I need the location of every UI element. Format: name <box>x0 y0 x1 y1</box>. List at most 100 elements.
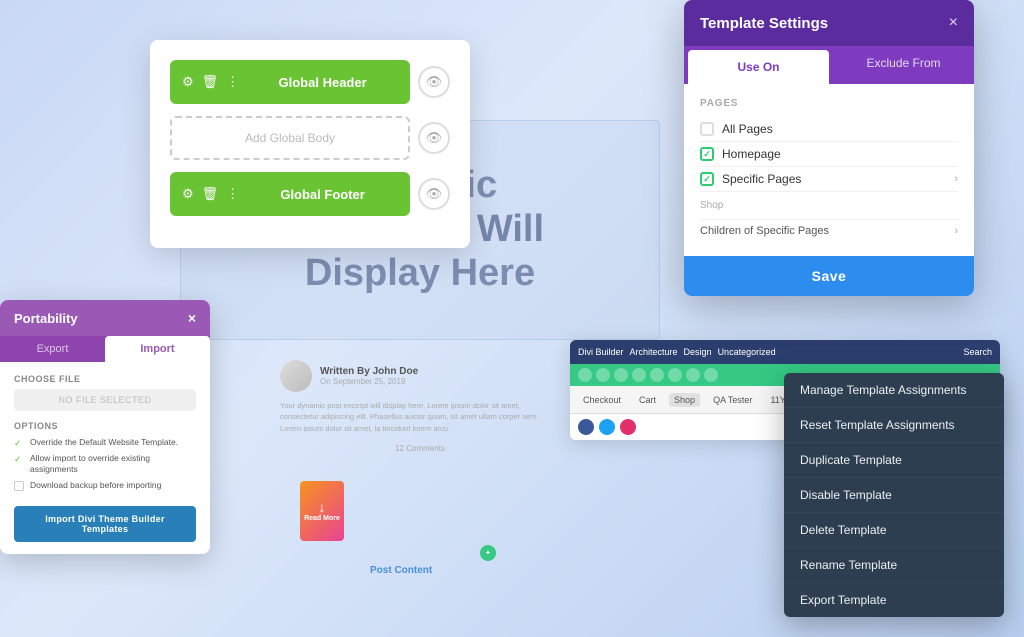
toolbar-icon-8[interactable] <box>704 368 718 382</box>
template-settings-modal: Template Settings × Use On Exclude From … <box>684 0 974 296</box>
homepage-checkbox[interactable] <box>700 147 714 161</box>
nav-cart[interactable]: Cart <box>634 393 661 407</box>
author-name: Written By John Doe <box>320 366 418 377</box>
pages-section-label: Pages <box>700 98 958 109</box>
delete-template-item[interactable]: Delete Template <box>784 513 1004 548</box>
dots-icon[interactable]: ⋮ <box>226 74 239 90</box>
export-template-item[interactable]: Export Template <box>784 583 1004 617</box>
modal-title: Template Settings <box>700 15 828 32</box>
toolbar-icon-5[interactable] <box>650 368 664 382</box>
toolbar-icon-7[interactable] <box>686 368 700 382</box>
rename-template-item[interactable]: Rename Template <box>784 548 1004 583</box>
duplicate-template-item[interactable]: Duplicate Template <box>784 443 1004 478</box>
global-body-block[interactable]: Add Global Body <box>170 116 410 160</box>
read-more-button[interactable]: ↓ Read More <box>300 481 344 541</box>
settings-icon-footer[interactable]: ⚙ <box>182 186 194 202</box>
circle-dot: + <box>480 545 496 561</box>
save-button[interactable]: Save <box>684 256 974 296</box>
all-pages-label: All Pages <box>722 122 958 136</box>
option-row-3: Download backup before importing <box>14 480 196 491</box>
exclude-from-tab[interactable]: Exclude From <box>833 46 974 84</box>
option-text-2: Allow import to override existing assign… <box>30 453 196 475</box>
portability-panel: Portability × Export Import Choose File … <box>0 300 210 554</box>
post-excerpt: Your dynamic post excerpt will display h… <box>280 400 560 434</box>
twitter-icon[interactable] <box>599 419 615 435</box>
option-text-3: Download backup before importing <box>30 480 161 491</box>
toolbar-top-bar: Divi Builder Architecture Design Uncateg… <box>570 340 1000 364</box>
toolbar-icon-3[interactable] <box>614 368 628 382</box>
eye-icon: 👁 <box>426 74 443 90</box>
settings-icon[interactable]: ⚙ <box>182 74 194 90</box>
author-info: Written By John Doe On September 25, 201… <box>320 366 418 386</box>
import-button[interactable]: Import Divi Theme Builder Templates <box>14 506 196 542</box>
toolbar-icon-2[interactable] <box>596 368 610 382</box>
portability-title: Portability <box>14 311 78 326</box>
all-pages-checkbox[interactable] <box>700 122 714 136</box>
modal-tabs: Use On Exclude From <box>684 46 974 84</box>
dots-icon-footer[interactable]: ⋮ <box>226 186 239 202</box>
specific-pages-label: Specific Pages <box>722 172 946 186</box>
toolbar-design-label: Design <box>684 347 712 357</box>
specific-pages-item[interactable]: Specific Pages › <box>700 167 958 192</box>
use-on-tab[interactable]: Use On <box>688 50 829 84</box>
portability-import-tab[interactable]: Import <box>105 336 210 362</box>
option-row-1: ✓ Override the Default Website Template. <box>14 437 196 448</box>
disable-template-item[interactable]: Disable Template <box>784 478 1004 513</box>
choose-file-label: Choose File <box>14 374 196 384</box>
instagram-icon[interactable] <box>620 419 636 435</box>
toolbar-icon-4[interactable] <box>632 368 646 382</box>
toolbar-icon-1[interactable] <box>578 368 592 382</box>
global-header-visibility[interactable]: 👁 <box>418 66 450 98</box>
portability-close-button[interactable]: × <box>188 310 196 326</box>
global-body-visibility[interactable]: 👁 <box>418 122 450 154</box>
option-text-1: Override the Default Website Template. <box>30 437 178 448</box>
context-menu: Manage Template Assignments Reset Templa… <box>784 373 1004 617</box>
specific-pages-checkbox[interactable] <box>700 172 714 186</box>
post-date: On September 25, 2019 <box>320 377 418 386</box>
homepage-item[interactable]: Homepage <box>700 142 958 167</box>
children-chevron-icon: › <box>954 225 958 237</box>
reset-template-assignments-item[interactable]: Reset Template Assignments <box>784 408 1004 443</box>
facebook-icon[interactable] <box>578 419 594 435</box>
post-content-link[interactable]: Post Content <box>370 565 432 576</box>
children-of-specific-pages-item[interactable]: Children of Specific Pages › <box>700 219 958 242</box>
all-pages-item[interactable]: All Pages <box>700 117 958 142</box>
toolbar-divi-label: Divi Builder <box>578 347 624 357</box>
global-footer-visibility[interactable]: 👁 <box>418 178 450 210</box>
post-content-area: Written By John Doe On September 25, 201… <box>280 360 560 461</box>
toolbar-uncategorized-label: Uncategorized <box>718 347 776 357</box>
manage-template-assignments-item[interactable]: Manage Template Assignments <box>784 373 1004 408</box>
portability-header: Portability × <box>0 300 210 336</box>
option-row-2: ✓ Allow import to override existing assi… <box>14 453 196 475</box>
modal-body: Pages All Pages Homepage Specific Pages … <box>684 84 974 256</box>
shop-label: Shop <box>700 197 958 214</box>
toolbar-architecture-label: Architecture <box>630 347 678 357</box>
modal-close-button[interactable]: × <box>949 14 958 32</box>
global-header-row: ⚙ 🗑 ⋮ Global Header 👁 <box>170 60 450 104</box>
checkbox-3[interactable] <box>14 481 24 491</box>
options-label: Options <box>14 421 196 431</box>
global-footer-row: ⚙ 🗑 ⋮ Global Footer 👁 <box>170 172 450 216</box>
toolbar-icon-6[interactable] <box>668 368 682 382</box>
nav-checkout[interactable]: Checkout <box>578 393 626 407</box>
file-selector-button[interactable]: NO FILE SELECTED <box>14 389 196 411</box>
portability-export-tab[interactable]: Export <box>0 336 105 362</box>
nav-shop[interactable]: Shop <box>669 393 700 407</box>
add-global-body-label: Add Global Body <box>245 131 335 145</box>
specific-pages-chevron-icon: › <box>954 173 958 185</box>
global-footer-block: ⚙ 🗑 ⋮ Global Footer <box>170 172 410 216</box>
eye-icon-3: 👁 <box>426 186 443 202</box>
post-author-row: Written By John Doe On September 25, 201… <box>280 360 560 392</box>
toolbar-search-label: Search <box>963 347 992 357</box>
eye-icon-2: 👁 <box>426 130 443 146</box>
nav-qa-tester[interactable]: QA Tester <box>708 393 757 407</box>
check-icon-1: ✓ <box>14 438 24 448</box>
template-builder-panel: ⚙ 🗑 ⋮ Global Header 👁 Add Global Body 👁 … <box>150 40 470 248</box>
read-more-label: Read More <box>304 515 340 522</box>
comments-link[interactable]: 12 Comments <box>280 444 560 453</box>
trash-icon-footer[interactable]: 🗑 <box>202 186 219 202</box>
global-footer-label: Global Footer <box>247 187 398 202</box>
check-icon-2: ✓ <box>14 454 24 464</box>
modal-header: Template Settings × <box>684 0 974 46</box>
trash-icon[interactable]: 🗑 <box>202 74 219 90</box>
